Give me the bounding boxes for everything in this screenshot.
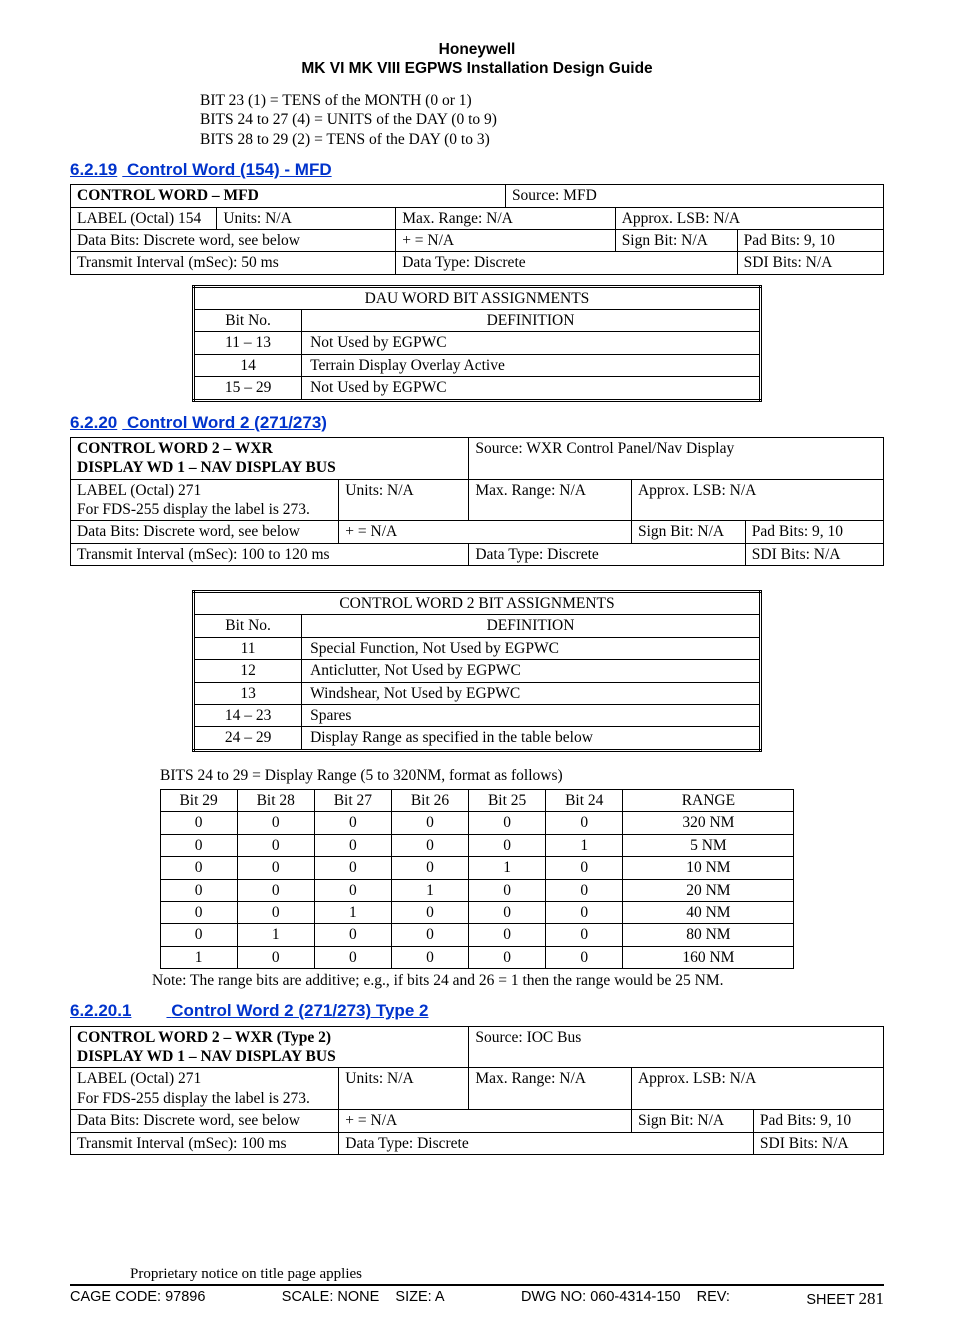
spec-source: Source: IOC Bus: [469, 1026, 884, 1068]
bit-table-title: CONTROL WORD 2 BIT ASSIGNMENTS: [194, 592, 761, 615]
spec-signbit: Sign Bit: N/A: [631, 1110, 753, 1132]
spec-plus: + = N/A: [339, 521, 632, 543]
bit-row: 11Special Function, Not Used by EGPWC: [194, 637, 761, 659]
header-line1: Honeywell: [70, 40, 884, 59]
range-caption: BITS 24 to 29 = Display Range (5 to 320N…: [160, 766, 884, 785]
spec-sdi: SDI Bits: N/A: [745, 543, 883, 565]
bit-table-title: DAU WORD BIT ASSIGNMENTS: [194, 286, 761, 309]
spec-datatype: Data Type: Discrete: [469, 543, 745, 565]
spec-datatype: Data Type: Discrete: [396, 252, 737, 274]
range-row: 100000160 NM: [160, 946, 794, 968]
spec-sdi: SDI Bits: N/A: [737, 252, 883, 274]
bit-row: 24 – 29Display Range as specified in the…: [194, 727, 761, 750]
spec-tx: Transmit Interval (mSec): 50 ms: [71, 252, 396, 274]
intro-bit-line: BITS 24 to 27 (4) = UNITS of the DAY (0 …: [200, 110, 884, 129]
bit-row: 14Terrain Display Overlay Active: [194, 354, 761, 376]
range-row: 000000320 NM: [160, 812, 794, 834]
spec-databits: Data Bits: Discrete word, see below: [71, 521, 339, 543]
range-note: Note: The range bits are additive; e.g.,…: [152, 971, 884, 990]
intro-bits: BIT 23 (1) = TENS of the MONTH (0 or 1) …: [200, 91, 884, 149]
spec-label: LABEL (Octal) 271 For FDS-255 display th…: [71, 479, 339, 521]
bit-col-bitno: Bit No.: [194, 310, 302, 332]
spec-plus: + = N/A: [396, 229, 616, 251]
page-footer: Proprietary notice on title page applies…: [70, 1265, 884, 1309]
section-heading-6-2-20: 6.2.20 Control Word 2 (271/273): [70, 412, 884, 433]
spec-padbits: Pad Bits: 9, 10: [745, 521, 883, 543]
bit-col-def: DEFINITION: [302, 310, 761, 332]
bit-row: 13Windshear, Not Used by EGPWC: [194, 682, 761, 704]
spec-units: Units: N/A: [339, 1068, 469, 1110]
spec-units: Units: N/A: [339, 479, 469, 521]
bit-row: 11 – 13Not Used by EGPWC: [194, 332, 761, 354]
section-number: 6.2.20.1: [70, 1001, 131, 1020]
spec-label: LABEL (Octal) 271 For FDS-255 display th…: [71, 1068, 339, 1110]
footer-line: CAGE CODE: 97896 SCALE: NONE SIZE: A DWG…: [70, 1284, 884, 1309]
range-row: 0000015 NM: [160, 834, 794, 856]
section-heading-6-2-20-1: 6.2.20.1 Control Word 2 (271/273) Type 2: [70, 1000, 884, 1021]
spec-name: CONTROL WORD – MFD: [71, 185, 506, 207]
range-row: 00100040 NM: [160, 901, 794, 923]
sheet-number: SHEET 281: [806, 1288, 884, 1309]
scale: SCALE: NONE SIZE: A: [282, 1288, 445, 1309]
bit-table-6-2-19: DAU WORD BIT ASSIGNMENTS Bit No. DEFINIT…: [192, 285, 762, 402]
section-number: 6.2.19: [70, 160, 117, 179]
bit-row: 15 – 29Not Used by EGPWC: [194, 377, 761, 400]
range-row: 00010020 NM: [160, 879, 794, 901]
section-title: Control Word (154) - MFD: [127, 160, 332, 179]
spec-source: Source: WXR Control Panel/Nav Display: [469, 437, 884, 479]
spec-lsb: Approx. LSB: N/A: [631, 479, 883, 521]
range-row: 01000080 NM: [160, 924, 794, 946]
spec-plus: + = N/A: [339, 1110, 632, 1132]
spec-lsb: Approx. LSB: N/A: [631, 1068, 883, 1110]
range-row: 00001010 NM: [160, 857, 794, 879]
spec-signbit: Sign Bit: N/A: [615, 229, 737, 251]
spec-sdi: SDI Bits: N/A: [753, 1132, 883, 1154]
header-line2: MK VI MK VIII EGPWS Installation Design …: [70, 59, 884, 78]
section-heading-6-2-19: 6.2.19 Control Word (154) - MFD: [70, 159, 884, 180]
spec-maxrange: Max. Range: N/A: [469, 479, 632, 521]
section-title: Control Word 2 (271/273) Type 2: [171, 1001, 428, 1020]
spec-tx: Transmit Interval (mSec): 100 ms: [71, 1132, 339, 1154]
spec-units: Units: N/A: [217, 207, 396, 229]
section-number: 6.2.20: [70, 413, 117, 432]
doc-header: Honeywell MK VI MK VIII EGPWS Installati…: [70, 40, 884, 79]
spec-source: Source: MFD: [505, 185, 883, 207]
cage-code: CAGE CODE: 97896: [70, 1288, 205, 1309]
spec-signbit: Sign Bit: N/A: [631, 521, 745, 543]
spec-name: CONTROL WORD 2 – WXR DISPLAY WD 1 – NAV …: [71, 437, 469, 479]
spec-label: LABEL (Octal) 154: [71, 207, 217, 229]
spec-datatype: Data Type: Discrete: [339, 1132, 754, 1154]
range-head-row: Bit 29 Bit 28 Bit 27 Bit 26 Bit 25 Bit 2…: [160, 790, 794, 812]
spec-table-6-2-20: CONTROL WORD 2 – WXR DISPLAY WD 1 – NAV …: [70, 437, 884, 566]
spec-name: CONTROL WORD 2 – WXR (Type 2) DISPLAY WD…: [71, 1026, 469, 1068]
bit-col-bitno: Bit No.: [194, 615, 302, 637]
bit-col-def: DEFINITION: [302, 615, 761, 637]
dwg-no: DWG NO: 060-4314-150 REV:: [521, 1288, 730, 1309]
spec-databits: Data Bits: Discrete word, see below: [71, 229, 396, 251]
bit-table-6-2-20: CONTROL WORD 2 BIT ASSIGNMENTS Bit No. D…: [192, 590, 762, 752]
spec-table-6-2-20-1: CONTROL WORD 2 – WXR (Type 2) DISPLAY WD…: [70, 1026, 884, 1155]
spec-databits: Data Bits: Discrete word, see below: [71, 1110, 339, 1132]
spec-tx: Transmit Interval (mSec): 100 to 120 ms: [71, 543, 469, 565]
bit-row: 12Anticlutter, Not Used by EGPWC: [194, 660, 761, 682]
spec-maxrange: Max. Range: N/A: [396, 207, 616, 229]
section-title: Control Word 2 (271/273): [127, 413, 327, 432]
spec-lsb: Approx. LSB: N/A: [615, 207, 883, 229]
spec-table-6-2-19: CONTROL WORD – MFD Source: MFD LABEL (Oc…: [70, 184, 884, 275]
proprietary-notice: Proprietary notice on title page applies: [130, 1265, 884, 1284]
spec-padbits: Pad Bits: 9, 10: [753, 1110, 883, 1132]
bit-row: 14 – 23Spares: [194, 704, 761, 726]
spec-maxrange: Max. Range: N/A: [469, 1068, 632, 1110]
intro-bit-line: BIT 23 (1) = TENS of the MONTH (0 or 1): [200, 91, 884, 110]
spec-padbits: Pad Bits: 9, 10: [737, 229, 883, 251]
intro-bit-line: BITS 28 to 29 (2) = TENS of the DAY (0 t…: [200, 130, 884, 149]
range-table: Bit 29 Bit 28 Bit 27 Bit 26 Bit 25 Bit 2…: [160, 789, 795, 969]
